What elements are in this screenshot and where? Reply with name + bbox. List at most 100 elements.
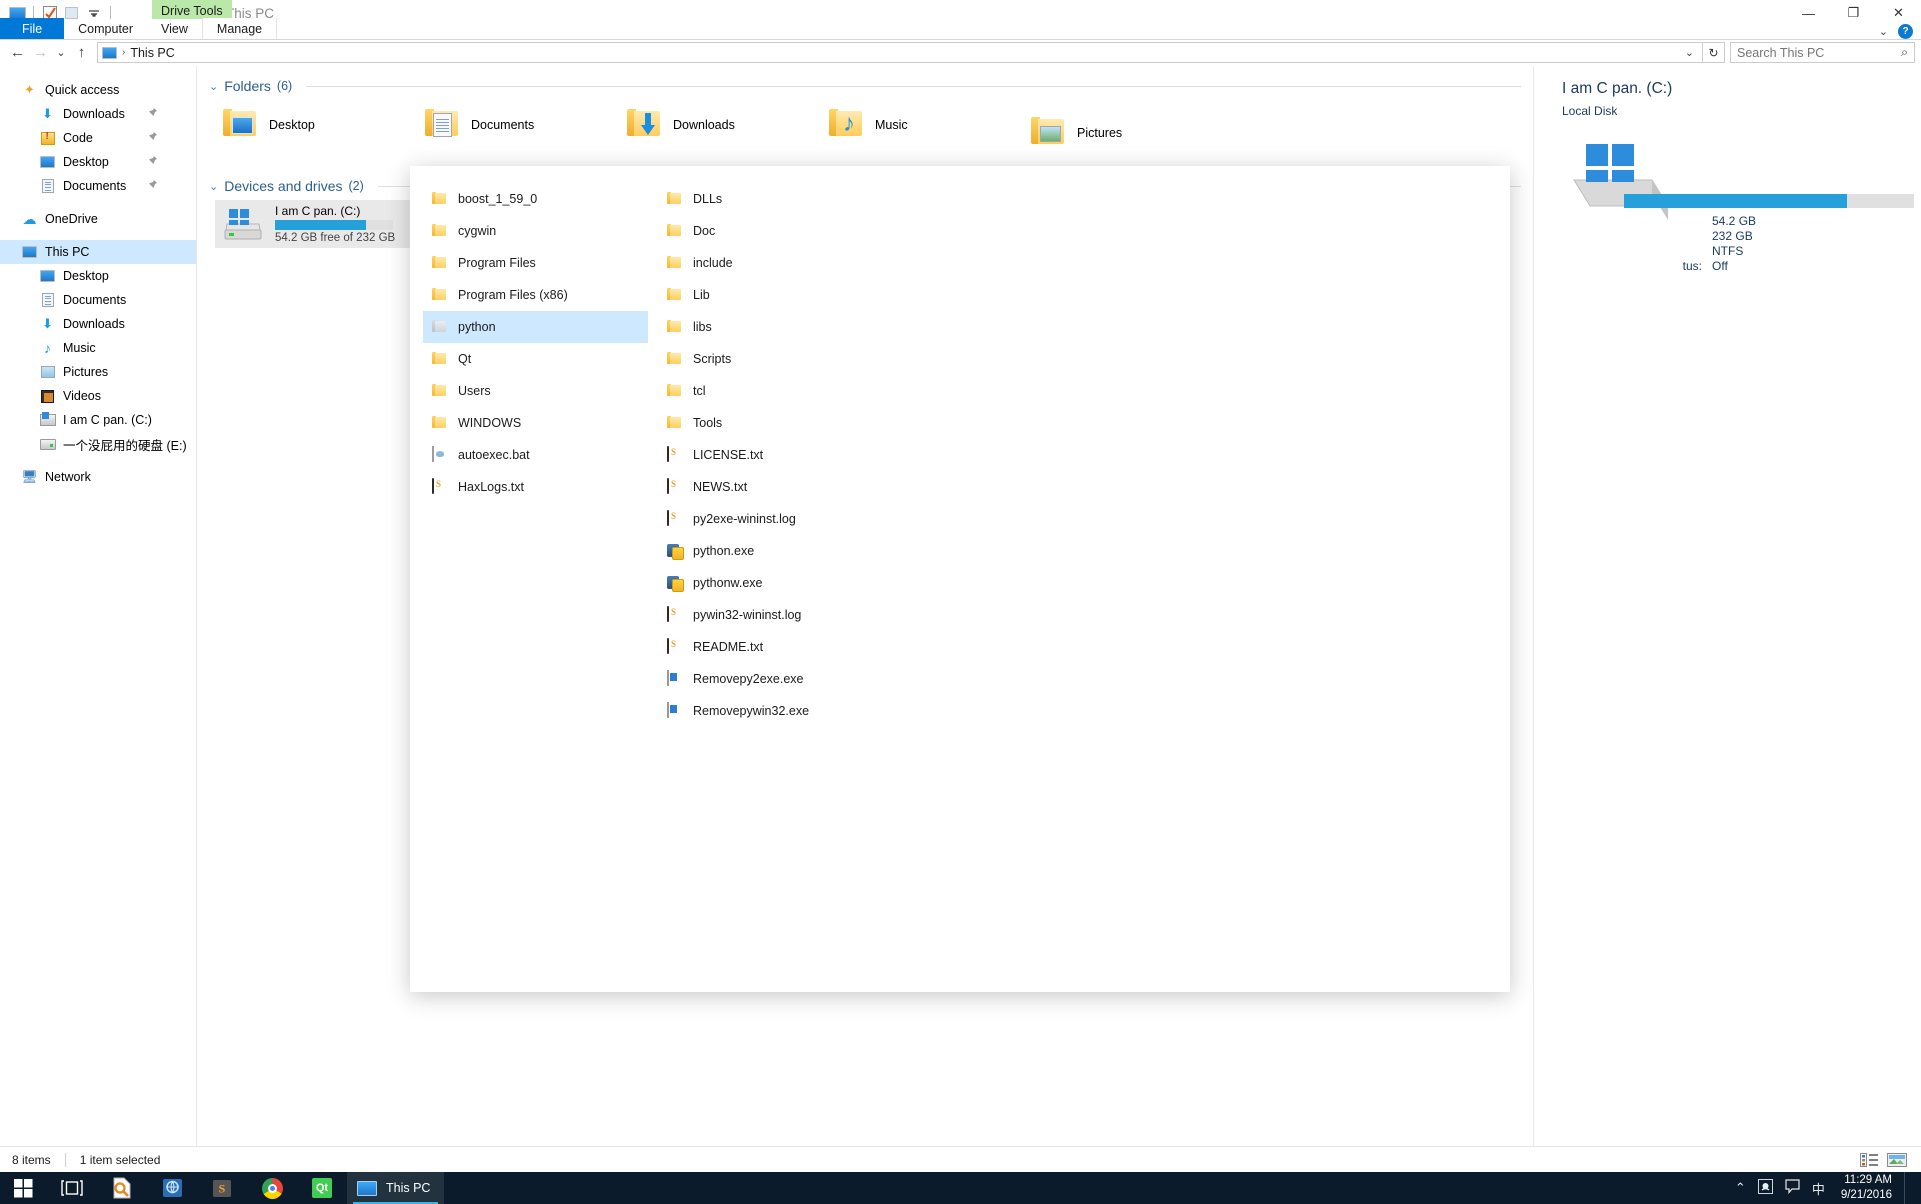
- sidebar-item-pc-videos[interactable]: Videos: [0, 384, 196, 408]
- list-item[interactable]: Removepywin32.exe: [658, 695, 883, 727]
- large-icons-view-icon[interactable]: [1887, 1151, 1907, 1168]
- list-item[interactable]: python.exe: [658, 535, 883, 567]
- recent-locations-button[interactable]: ⌄: [52, 41, 70, 64]
- sidebar-item-quick-access[interactable]: ✦ Quick access: [0, 78, 196, 102]
- sidebar-item-code[interactable]: Code: [0, 126, 196, 150]
- list-item[interactable]: Lib: [658, 279, 883, 311]
- pin-icon[interactable]: [147, 179, 158, 193]
- chevron-down-icon[interactable]: ⌄: [1879, 25, 1888, 38]
- details-view-icon[interactable]: [1859, 1151, 1879, 1168]
- list-item-selected[interactable]: python: [423, 311, 648, 343]
- sidebar-item-downloads[interactable]: ⬇ Downloads: [0, 102, 196, 126]
- list-item[interactable]: autoexec.bat: [423, 439, 648, 471]
- item-count: 8 items: [12, 1152, 51, 1167]
- forward-button[interactable]: →: [29, 41, 52, 64]
- onedrive-icon[interactable]: [1757, 1179, 1773, 1197]
- tile-pictures[interactable]: Pictures: [1023, 110, 1225, 156]
- list-item[interactable]: Removepy2exe.exe: [658, 663, 883, 695]
- list-item[interactable]: DLLs: [658, 183, 883, 215]
- list-item[interactable]: tcl: [658, 375, 883, 407]
- back-button[interactable]: ←: [6, 41, 29, 64]
- sidebar-item-desktop[interactable]: Desktop: [0, 150, 196, 174]
- sidebar-item-pc-downloads[interactable]: ⬇ Downloads: [0, 312, 196, 336]
- up-button[interactable]: ↑: [70, 41, 93, 64]
- monitor-icon: [38, 267, 57, 285]
- action-center-icon[interactable]: [1785, 1179, 1800, 1197]
- group-header-folders[interactable]: ⌄ Folders (6): [197, 66, 1533, 94]
- breadcrumb-dropdown-icon[interactable]: ⌄: [1685, 46, 1698, 59]
- tab-file[interactable]: File: [0, 18, 65, 39]
- chrome-icon[interactable]: [247, 1172, 297, 1204]
- group-title: Devices and drives: [224, 178, 343, 194]
- sidebar-item-this-pc[interactable]: This PC: [0, 240, 196, 264]
- list-item[interactable]: pywin32-wininst.log: [658, 599, 883, 631]
- list-item[interactable]: py2exe-wininst.log: [658, 503, 883, 535]
- start-icon[interactable]: [0, 1172, 47, 1204]
- taskbar-task-this-pc[interactable]: This PC: [347, 1172, 445, 1204]
- list-item[interactable]: Program Files (x86): [423, 279, 648, 311]
- list-item[interactable]: libs: [658, 311, 883, 343]
- show-desktop-button[interactable]: [1904, 1172, 1911, 1204]
- list-item-label: README.txt: [693, 640, 764, 654]
- search-document-icon[interactable]: [97, 1172, 147, 1204]
- task-view-icon[interactable]: [47, 1172, 97, 1204]
- list-item[interactable]: Users: [423, 375, 648, 407]
- sidebar-item-drive-c[interactable]: I am C pan. (C:): [0, 408, 196, 432]
- dictionary-icon[interactable]: [147, 1172, 197, 1204]
- refresh-button[interactable]: ↻: [1703, 42, 1725, 63]
- list-item[interactable]: Qt: [423, 343, 648, 375]
- sidebar-item-label: Quick access: [45, 83, 120, 97]
- sidebar-item-pc-pictures[interactable]: Pictures: [0, 360, 196, 384]
- list-item[interactable]: WINDOWS: [423, 407, 648, 439]
- list-item[interactable]: cygwin: [423, 215, 648, 247]
- drive-tile-c[interactable]: I am C pan. (C:) 54.2 GB free of 232 GB: [215, 200, 415, 248]
- tile-label: Downloads: [673, 118, 735, 132]
- tile-music[interactable]: ♪ Music: [821, 102, 1023, 148]
- sidebar-item-documents[interactable]: Documents: [0, 174, 196, 198]
- list-item[interactable]: Doc: [658, 215, 883, 247]
- sidebar-item-network[interactable]: 🖥 Network: [0, 465, 196, 489]
- sidebar-item-pc-documents[interactable]: Documents: [0, 288, 196, 312]
- list-item[interactable]: HaxLogs.txt: [423, 471, 648, 503]
- windows-drive-icon: [38, 411, 57, 429]
- breadcrumb[interactable]: › This PC ⌄: [97, 42, 1703, 63]
- chevron-up-icon[interactable]: ⌃: [1735, 1180, 1746, 1196]
- list-item[interactable]: boost_1_59_0: [423, 183, 648, 215]
- tab-computer[interactable]: Computer: [64, 18, 147, 39]
- tile-desktop[interactable]: Desktop: [215, 102, 417, 148]
- clock[interactable]: 11:29 AM 9/21/2016: [1837, 1173, 1892, 1203]
- folder-icon: [432, 415, 449, 432]
- chevron-down-icon[interactable]: ⌄: [209, 180, 218, 193]
- sidebar-item-pc-music[interactable]: ♪ Music: [0, 336, 196, 360]
- list-item[interactable]: Program Files: [423, 247, 648, 279]
- help-icon[interactable]: ?: [1898, 24, 1913, 39]
- list-item-label: py2exe-wininst.log: [693, 512, 796, 526]
- tab-view[interactable]: View: [147, 18, 202, 39]
- list-item[interactable]: Tools: [658, 407, 883, 439]
- list-item[interactable]: README.txt: [658, 631, 883, 663]
- sidebar-item-pc-desktop[interactable]: Desktop: [0, 264, 196, 288]
- search-icon[interactable]: ⌕: [1901, 45, 1908, 60]
- list-item[interactable]: pythonw.exe: [658, 567, 883, 599]
- file-browser-overlay[interactable]: boost_1_59_0 cygwin Program Files Progra…: [410, 166, 1510, 992]
- list-item[interactable]: Scripts: [658, 343, 883, 375]
- sidebar-item-onedrive[interactable]: ☁ OneDrive: [0, 207, 196, 231]
- pin-icon[interactable]: [147, 107, 158, 121]
- search-input[interactable]: Search This PC ⌕: [1730, 42, 1915, 63]
- sidebar-item-drive-e[interactable]: 一个没屁用的硬盘 (E:): [0, 432, 196, 456]
- ime-indicator[interactable]: 中: [1812, 1179, 1825, 1198]
- pin-icon[interactable]: [147, 131, 158, 145]
- tab-manage[interactable]: Manage: [201, 18, 278, 39]
- list-item[interactable]: NEWS.txt: [658, 471, 883, 503]
- tile-label: Desktop: [269, 118, 315, 132]
- navigation-pane[interactable]: ✦ Quick access ⬇ Downloads Code Desktop: [0, 66, 197, 1146]
- sublime-text-icon[interactable]: S: [197, 1172, 247, 1204]
- list-item[interactable]: include: [658, 247, 883, 279]
- list-item[interactable]: LICENSE.txt: [658, 439, 883, 471]
- pin-icon[interactable]: [147, 155, 158, 169]
- qt-creator-icon[interactable]: Qt: [297, 1172, 347, 1204]
- tile-documents[interactable]: Documents: [417, 102, 619, 148]
- tile-downloads[interactable]: Downloads: [619, 102, 821, 148]
- drive-usage-bar: [275, 220, 393, 230]
- chevron-down-icon[interactable]: ⌄: [209, 80, 218, 93]
